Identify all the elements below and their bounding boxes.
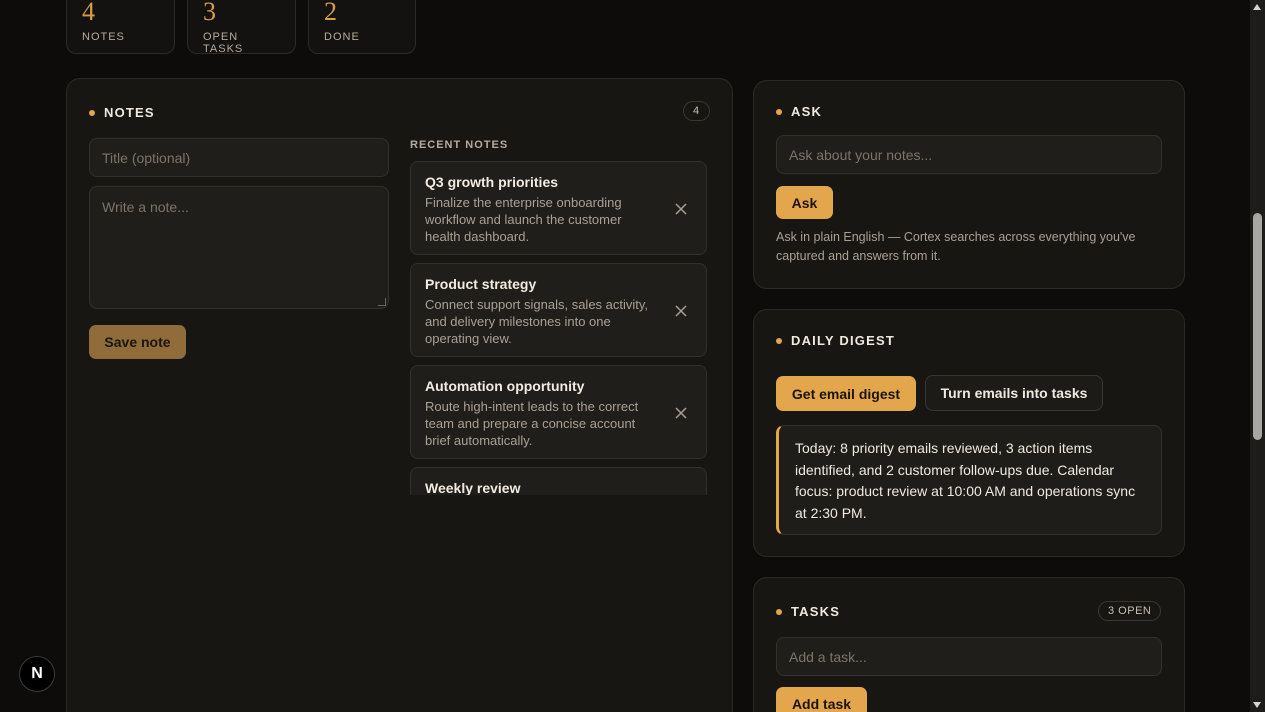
stat-card-done: 2 DONE xyxy=(308,0,416,54)
delete-note-icon[interactable] xyxy=(674,202,688,216)
tasks-panel-title: TASKS xyxy=(776,604,840,619)
ask-button[interactable]: Ask xyxy=(776,186,833,219)
bullet-dot-icon xyxy=(776,108,782,115)
ask-panel-title: ASK xyxy=(776,104,822,119)
scroll-down-arrow-icon[interactable] xyxy=(1253,702,1261,708)
note-body: Finalize the enterprise onboarding workf… xyxy=(425,195,622,244)
notes-title-text: NOTES xyxy=(104,105,155,120)
note-title-input[interactable]: Title (optional) xyxy=(89,138,389,177)
open-tasks-badge: 3 OPEN xyxy=(1098,601,1162,621)
tasks-panel: TASKS 3 OPEN Add a task... Add task xyxy=(753,577,1185,712)
turn-emails-into-tasks-button[interactable]: Turn emails into tasks xyxy=(925,375,1103,411)
digest-summary: Today: 8 priority emails reviewed, 3 act… xyxy=(776,425,1162,535)
note-title: Q3 growth priorities xyxy=(425,174,559,190)
note-body: Connect support signals, sales activity,… xyxy=(425,297,649,346)
notes-count-badge: 4 xyxy=(683,101,710,121)
stat-label: OPEN TASKS xyxy=(203,31,244,55)
notes-panel: NOTES 4 Title (optional) Write a note...… xyxy=(66,78,733,712)
digest-panel-title: DAILY DIGEST xyxy=(776,333,895,348)
get-email-digest-button[interactable]: Get email digest xyxy=(776,376,916,411)
stat-value: 3 xyxy=(203,0,216,26)
ask-panel: ASK Ask about your notes... Ask Ask in p… xyxy=(753,80,1185,289)
stat-label: DONE xyxy=(324,31,360,43)
bullet-dot-icon xyxy=(89,109,95,116)
delete-note-icon[interactable] xyxy=(674,406,688,420)
note-body-textarea[interactable]: Write a note... xyxy=(89,186,389,309)
add-task-input[interactable]: Add a task... xyxy=(776,637,1162,676)
stat-label: NOTES xyxy=(82,31,125,43)
note-title: Weekly review xyxy=(425,480,521,495)
ask-input[interactable]: Ask about your notes... xyxy=(776,135,1162,174)
tasks-title-text: TASKS xyxy=(791,604,841,619)
note-card[interactable]: Product strategy Connect support signals… xyxy=(410,263,707,357)
note-body-placeholder: Write a note... xyxy=(102,199,189,215)
recent-notes-list[interactable]: Q3 growth priorities Finalize the enterp… xyxy=(410,161,707,495)
save-note-button[interactable]: Save note xyxy=(89,325,186,359)
stat-value: 4 xyxy=(82,0,95,26)
recent-notes-label: RECENT NOTES xyxy=(410,139,509,151)
note-card[interactable]: Q3 growth priorities Finalize the enterp… xyxy=(410,161,707,255)
note-card[interactable]: Weekly review xyxy=(410,467,707,495)
stat-value: 2 xyxy=(324,0,337,26)
add-task-button[interactable]: Add task xyxy=(776,687,867,712)
notes-panel-title: NOTES xyxy=(89,105,155,120)
scroll-up-arrow-icon[interactable] xyxy=(1253,4,1261,10)
page-scrollbar[interactable] xyxy=(1250,0,1265,712)
ask-title-text: ASK xyxy=(791,104,823,119)
note-title: Automation opportunity xyxy=(425,378,585,394)
note-card[interactable]: Automation opportunity Route high-intent… xyxy=(410,365,707,459)
stat-card-notes: 4 NOTES xyxy=(66,0,175,54)
note-body: Route high-intent leads to the correct t… xyxy=(425,399,639,448)
note-title: Product strategy xyxy=(425,276,537,292)
scrollbar-thumb[interactable] xyxy=(1253,213,1262,440)
digest-title-text: DAILY DIGEST xyxy=(791,333,895,348)
resize-handle-icon[interactable] xyxy=(378,298,386,306)
nextjs-logo-icon[interactable]: N xyxy=(19,656,55,692)
delete-note-icon[interactable] xyxy=(674,304,688,318)
bullet-dot-icon xyxy=(776,337,782,344)
bullet-dot-icon xyxy=(776,608,782,615)
ask-helper-text: Ask in plain English — Cortex searches a… xyxy=(776,230,1136,263)
daily-digest-panel: DAILY DIGEST Get email digest Turn email… xyxy=(753,309,1185,557)
stat-card-open-tasks: 3 OPEN TASKS xyxy=(187,0,296,55)
